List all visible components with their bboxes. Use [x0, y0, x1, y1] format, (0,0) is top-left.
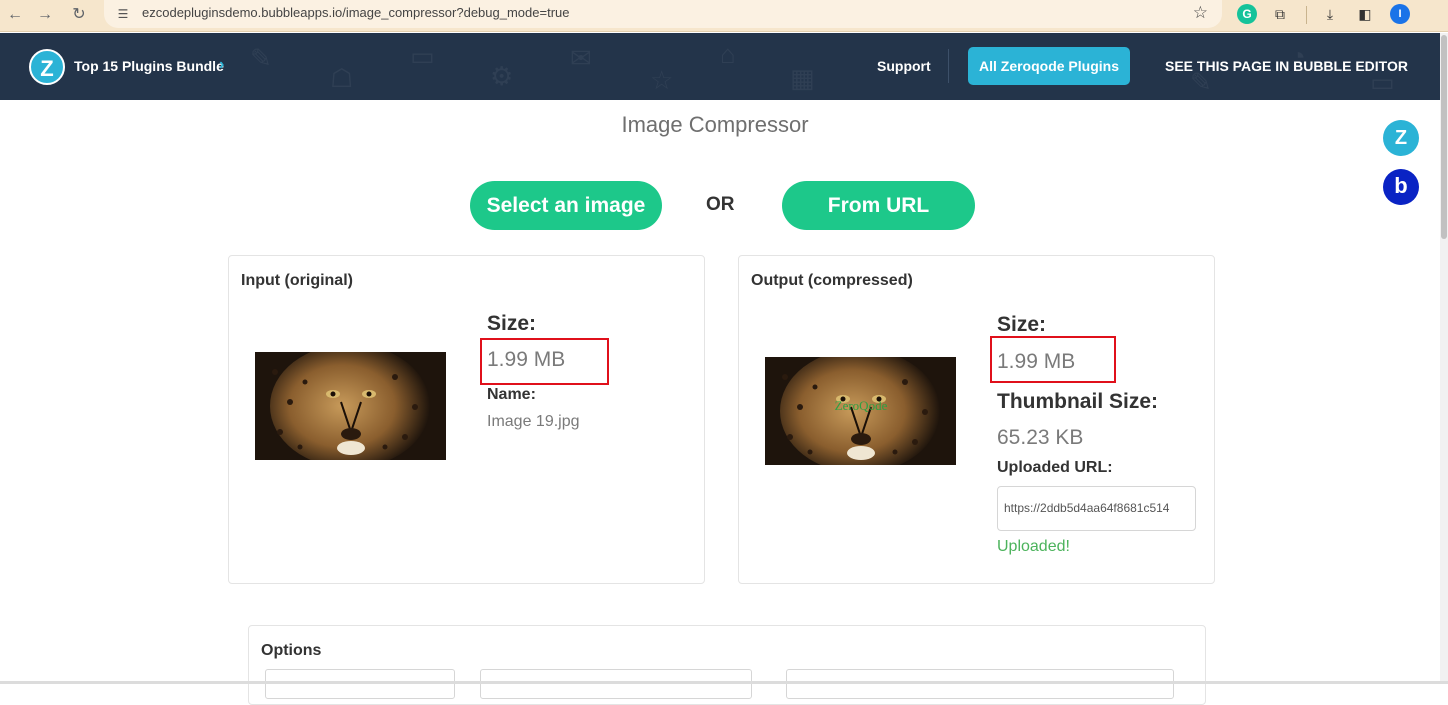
uploaded-url-label: Uploaded URL:: [997, 459, 1113, 476]
bundle-link[interactable]: Top 15 Plugins Bundle: [74, 58, 224, 74]
download-icon[interactable]: ⤓: [1320, 4, 1340, 24]
chevron-right-icon[interactable]: ›: [219, 56, 224, 74]
option-field[interactable]: [265, 669, 455, 699]
forward-icon[interactable]: →: [34, 4, 56, 26]
browser-toolbar: ← → ↻ ☰ ezcodepluginsdemo.bubbleapps.io/…: [0, 0, 1448, 32]
zeroqode-logo[interactable]: Z: [29, 49, 65, 85]
all-plugins-button[interactable]: All Zeroqode Plugins: [968, 47, 1130, 85]
thumbnail-size-value: 65.23 KB: [997, 426, 1084, 449]
profile-icon[interactable]: I: [1390, 4, 1410, 24]
page-title: Image Compressor: [621, 112, 809, 137]
output-card: Output (compressed) ZeroQode Size: 1.99 …: [738, 255, 1215, 584]
thumbnail-size-label: Thumbnail Size:: [997, 390, 1159, 413]
option-field[interactable]: [786, 669, 1174, 699]
pattern-icon: ✎: [250, 43, 272, 73]
url-text[interactable]: ezcodepluginsdemo.bubbleapps.io/image_co…: [142, 5, 569, 20]
pattern-icon: ⌂: [720, 39, 736, 69]
bubble-editor-link[interactable]: SEE THIS PAGE IN BUBBLE EDITOR: [1165, 58, 1408, 74]
input-image: [255, 352, 446, 460]
site-header: ✎ ☖ ▭ ⚙ ✉ ☆ ⌂ ▦ ✎ ◔ ▭ Z Top 15 Plugins B…: [0, 33, 1440, 100]
scrollbar-thumb[interactable]: [1441, 35, 1447, 239]
input-name-value: Image 19.jpg: [487, 413, 580, 430]
bookmark-star-icon[interactable]: ☆: [1193, 3, 1208, 23]
support-link[interactable]: Support: [877, 58, 931, 74]
scrollbar[interactable]: [1440, 33, 1448, 684]
site-settings-icon[interactable]: ☰: [114, 5, 132, 23]
address-bar[interactable]: ☰ ezcodepluginsdemo.bubbleapps.io/image_…: [104, 0, 1222, 28]
pattern-icon: ▦: [790, 63, 815, 93]
zeroqode-side-icon[interactable]: Z: [1383, 120, 1419, 156]
sidebar-icon[interactable]: ◧: [1355, 4, 1375, 24]
option-field[interactable]: [480, 669, 752, 699]
input-card: Input (original) Size: 1.99 MB Name: Ima…: [228, 255, 705, 584]
grammarly-icon[interactable]: G: [1237, 4, 1257, 24]
extensions-icon[interactable]: ⧉: [1270, 4, 1290, 24]
or-label: OR: [706, 194, 735, 215]
options-title: Options: [261, 642, 322, 659]
pattern-icon: ▭: [410, 41, 435, 71]
bubble-side-icon[interactable]: b: [1383, 169, 1419, 205]
reload-icon[interactable]: ↻: [68, 4, 90, 26]
pattern-icon: ☆: [650, 65, 674, 95]
input-card-title: Input (original): [241, 272, 353, 289]
highlight-box: [990, 336, 1116, 383]
output-image: ZeroQode: [765, 357, 956, 465]
pattern-icon: ✉: [570, 43, 592, 73]
back-icon[interactable]: ←: [4, 4, 26, 26]
pattern-icon: ☖: [330, 63, 354, 93]
input-name-label: Name:: [487, 386, 536, 403]
uploaded-url-field[interactable]: https://2ddb5d4aa64f8681c514: [997, 486, 1196, 531]
output-size-label: Size:: [997, 313, 1047, 336]
toolbar-divider: [1306, 6, 1307, 24]
output-card-title: Output (compressed): [751, 272, 913, 289]
options-card: Options: [248, 625, 1206, 705]
header-divider: [948, 49, 949, 83]
highlight-box: [480, 338, 609, 385]
select-image-button[interactable]: Select an image: [470, 181, 662, 230]
pattern-icon: ⚙: [490, 61, 514, 91]
watermark-text: ZeroQode: [835, 398, 888, 413]
from-url-button[interactable]: From URL: [782, 181, 975, 230]
input-size-label: Size:: [487, 312, 537, 335]
upload-status: Uploaded!: [997, 538, 1070, 555]
